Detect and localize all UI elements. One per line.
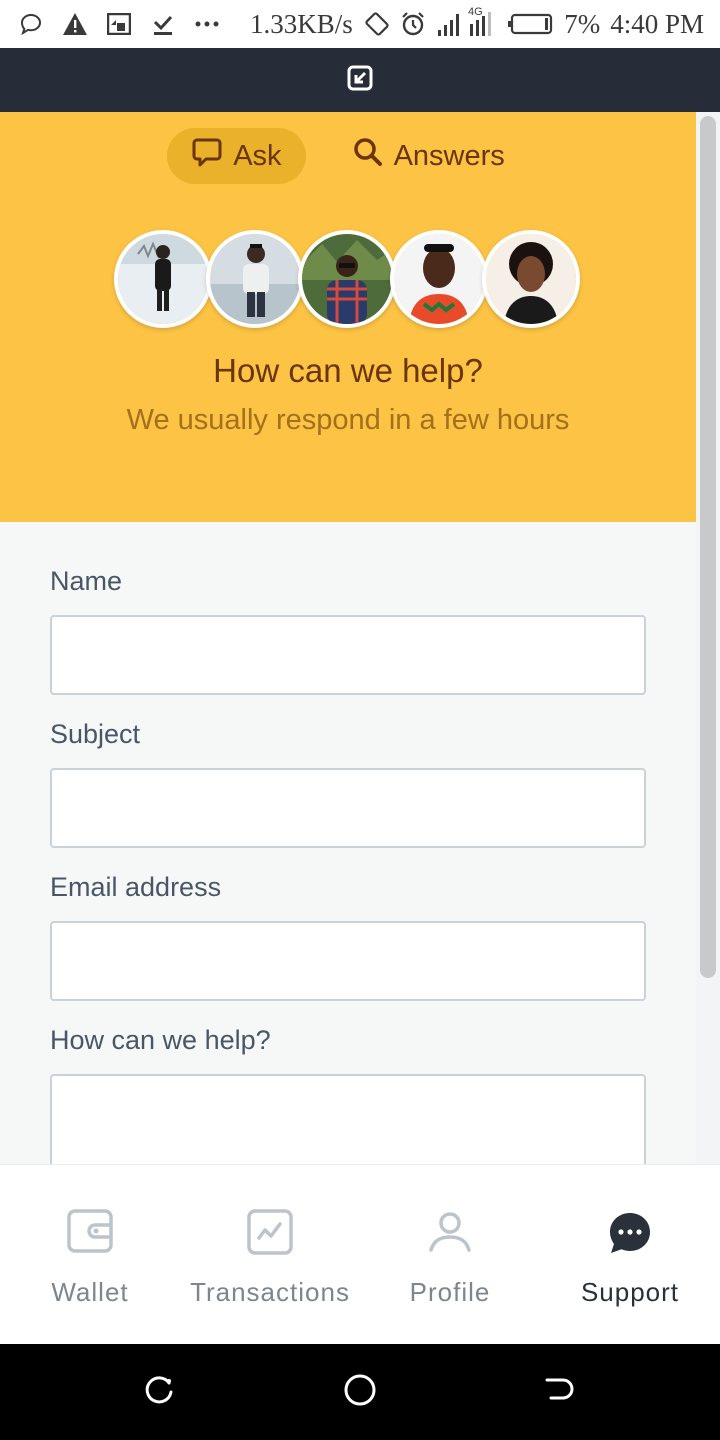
subject-label: Subject (50, 719, 141, 749)
name-label: Name (50, 566, 123, 596)
status-icons-right: 4G 7% 4:40 PM (364, 6, 704, 40)
nav-item-transactions[interactable]: Transactions (180, 1165, 360, 1345)
nav-label-transactions: Transactions (190, 1277, 350, 1307)
email-label: Email address (50, 872, 222, 902)
avatar (114, 230, 212, 328)
tab-answers-label: Answers (393, 139, 505, 172)
recent-apps-button[interactable] (140, 1372, 180, 1412)
more-icon (194, 11, 220, 37)
support-tabs: Ask Answers (0, 128, 696, 184)
status-bar: 1.33KB/s 4G 7% 4:40 PM (0, 0, 720, 48)
subject-field[interactable] (50, 768, 646, 848)
widget-toolbar (0, 48, 720, 112)
nav-label-profile: Profile (409, 1277, 491, 1307)
message-label: How can we help? (50, 1025, 271, 1055)
home-button[interactable] (340, 1372, 380, 1412)
team-avatars (114, 230, 580, 328)
page-title: How can we help? (213, 352, 483, 389)
search-icon (352, 136, 384, 176)
battery-level: 7% (564, 8, 601, 39)
support-chat-icon (608, 1211, 652, 1260)
warning-icon (62, 11, 88, 37)
minimize-icon[interactable] (347, 65, 373, 96)
name-field[interactable] (50, 615, 646, 695)
wallet-icon (67, 1209, 113, 1258)
email-field[interactable] (50, 921, 646, 1001)
response-time-subtitle: We usually respond in a few hours (126, 404, 570, 436)
contact-form: Name Subject Email address How can we he… (0, 522, 696, 1164)
tab-ask-label: Ask (233, 139, 282, 172)
rotate-icon (364, 11, 390, 37)
message-field[interactable] (50, 1074, 646, 1164)
avatar (298, 230, 396, 328)
profile-icon (428, 1211, 472, 1258)
status-icons-left (18, 11, 220, 37)
system-nav-bar (0, 1344, 720, 1440)
avatar (390, 230, 488, 328)
network-speed: 1.33KB/s (250, 8, 353, 39)
alarm-icon (400, 11, 426, 37)
chat-icon (191, 136, 223, 176)
transactions-icon (247, 1209, 293, 1260)
nav-label-wallet: Wallet (51, 1277, 129, 1307)
screen-cast-icon (106, 11, 132, 37)
nav-item-support[interactable]: Support (540, 1165, 720, 1345)
chat-bubble-icon (18, 11, 44, 37)
avatar (482, 230, 580, 328)
network-type: 4G (468, 6, 483, 18)
bottom-navigation: Wallet Transactions Profile Support (0, 1164, 720, 1344)
recent-apps-icon (145, 1375, 175, 1410)
battery-icon (506, 11, 554, 37)
nav-item-wallet[interactable]: Wallet (0, 1165, 180, 1345)
tab-answers[interactable]: Answers (328, 128, 529, 184)
download-done-icon (150, 11, 176, 37)
clock: 4:40 PM (610, 8, 704, 39)
home-icon (343, 1373, 377, 1412)
avatar (206, 230, 304, 328)
support-header: Ask Answers How can we help? We usually … (0, 112, 696, 522)
back-button[interactable] (540, 1372, 580, 1412)
nav-item-profile[interactable]: Profile (360, 1165, 540, 1345)
scrollbar-thumb[interactable] (700, 116, 716, 978)
signal-icon (436, 11, 496, 37)
tab-ask[interactable]: Ask (167, 128, 306, 184)
nav-label-support: Support (580, 1277, 680, 1307)
back-icon (545, 1375, 575, 1410)
